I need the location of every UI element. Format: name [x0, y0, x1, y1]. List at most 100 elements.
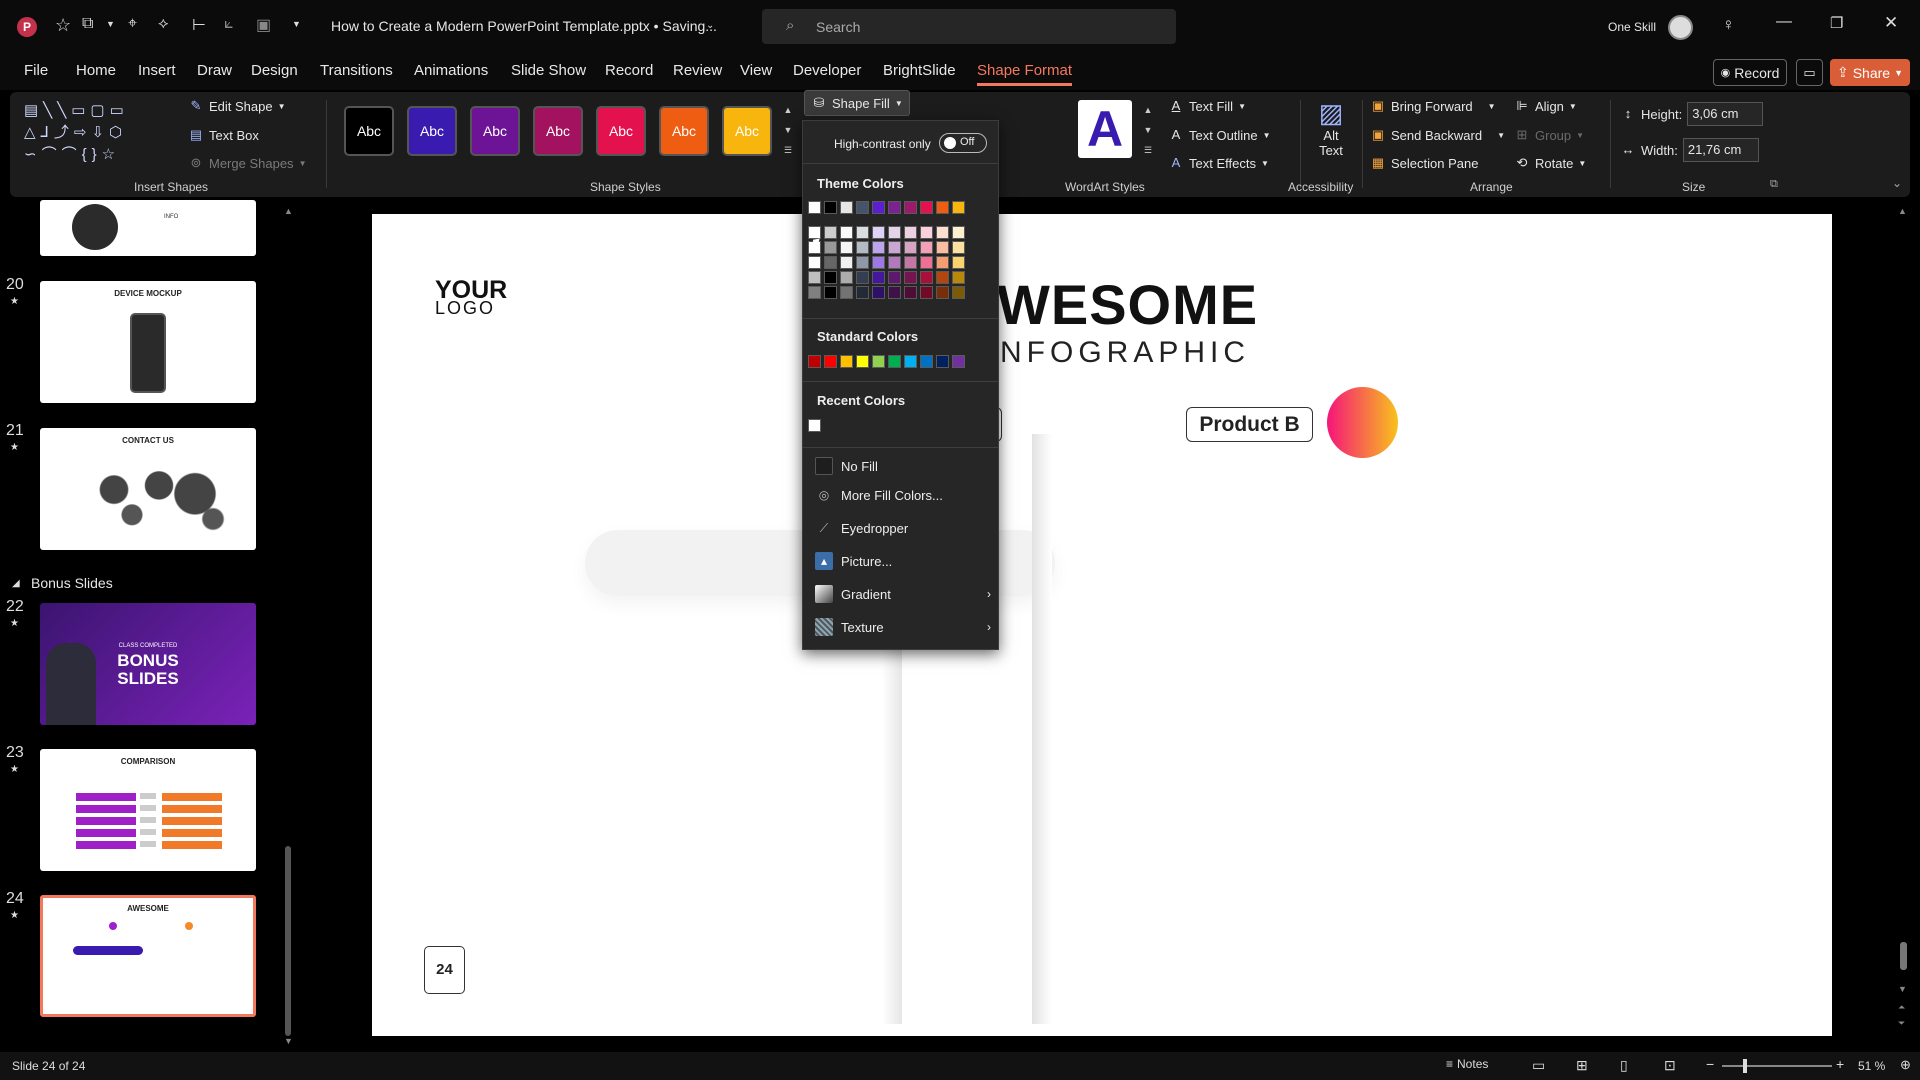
shape-style-indigo[interactable]: Abc: [407, 106, 457, 156]
share-button[interactable]: ⇪ Share ▼: [1830, 59, 1910, 86]
zoom-out-icon[interactable]: −: [1706, 1056, 1714, 1072]
more-styles-icon[interactable]: ☰: [780, 140, 796, 160]
scroll-up-icon[interactable]: ▲: [1898, 206, 1907, 216]
theme-color-shade-swatch[interactable]: [808, 226, 821, 239]
theme-color-shade-swatch[interactable]: [840, 271, 853, 284]
standard-color-swatch[interactable]: [872, 355, 885, 368]
theme-color-shade-swatch[interactable]: [936, 271, 949, 284]
align-icon[interactable]: ⊢: [192, 15, 206, 35]
theme-color-shade-swatch[interactable]: [808, 256, 821, 269]
theme-color-shade-swatch[interactable]: [936, 241, 949, 254]
slide-show-icon[interactable]: ⊡: [1664, 1057, 1676, 1074]
standard-color-swatch[interactable]: [904, 355, 917, 368]
alt-text-button[interactable]: ▨ Alt Text: [1308, 98, 1354, 170]
group-button[interactable]: ⊞ Group ▼: [1514, 127, 1585, 143]
logo-logo[interactable]: LOGO: [435, 298, 495, 319]
theme-color-swatch[interactable]: [872, 201, 885, 214]
theme-color-shade-swatch[interactable]: [856, 226, 869, 239]
theme-colors-grid[interactable]: [808, 201, 998, 306]
shape-style-magenta[interactable]: Abc: [533, 106, 583, 156]
file-title[interactable]: How to Create a Modern PowerPoint Templa…: [331, 18, 717, 34]
more-fill-colors-item[interactable]: ◎ More Fill Colors...: [815, 482, 991, 508]
notes-button[interactable]: ≡ Notes: [1446, 1057, 1488, 1071]
minimize-icon[interactable]: —: [1776, 13, 1792, 31]
theme-color-shade-swatch[interactable]: [840, 226, 853, 239]
shape-style-orange[interactable]: Abc: [659, 106, 709, 156]
wordart-down-icon[interactable]: ▼: [1140, 120, 1156, 140]
zoom-slider[interactable]: [1722, 1059, 1832, 1073]
tab-home[interactable]: Home: [76, 62, 116, 79]
tab-review[interactable]: Review: [673, 62, 722, 79]
theme-color-shade-swatch[interactable]: [952, 286, 965, 299]
standard-color-swatch[interactable]: [888, 355, 901, 368]
theme-color-shade-swatch[interactable]: [904, 271, 917, 284]
thumbnails-scrollbar[interactable]: ▲ ▼: [284, 206, 293, 1046]
next-slide-icon[interactable]: ⏷: [1898, 1018, 1905, 1029]
theme-color-swatch[interactable]: [808, 201, 821, 214]
image-icon[interactable]: ▣: [256, 15, 271, 35]
zoom-level[interactable]: 51 %: [1858, 1059, 1885, 1073]
theme-color-shade-swatch[interactable]: [856, 241, 869, 254]
tab-transitions[interactable]: Transitions: [320, 62, 393, 79]
theme-color-shade-swatch[interactable]: [920, 241, 933, 254]
theme-color-shade-swatch[interactable]: [936, 286, 949, 299]
tab-slide-show[interactable]: Slide Show: [511, 62, 586, 79]
theme-color-shade-swatch[interactable]: [824, 271, 837, 284]
user-name[interactable]: One Skill: [1608, 20, 1656, 34]
slide-thumbnail-22[interactable]: CLASS COMPLETED BONUS SLIDES: [40, 603, 256, 725]
height-input[interactable]: 3,06 cm: [1687, 102, 1764, 126]
text-effects-button[interactable]: A Text Effects ▼: [1168, 155, 1269, 171]
edit-shape-button[interactable]: ✎ Edit Shape ▼: [188, 98, 286, 114]
lightbulb-icon[interactable]: ♀: [1722, 15, 1735, 35]
width-input[interactable]: 21,76 cm: [1682, 138, 1759, 162]
bring-forward-button[interactable]: ▣ Bring Forward ▼: [1370, 98, 1496, 114]
theme-color-shade-swatch[interactable]: [872, 226, 885, 239]
shape-fill-button[interactable]: ⛁ Shape Fill ▼: [804, 90, 910, 116]
theme-color-shade-swatch[interactable]: [952, 226, 965, 239]
restore-icon[interactable]: ❐: [1830, 14, 1843, 32]
text-box-button[interactable]: ▤ Text Box: [188, 127, 259, 143]
standard-colors-row[interactable]: [808, 355, 998, 371]
gradient-item[interactable]: Gradient ›: [815, 581, 991, 607]
no-fill-item[interactable]: No Fill: [815, 453, 991, 479]
scroll-up-icon[interactable]: ▲: [780, 100, 796, 120]
theme-color-shade-swatch[interactable]: [888, 241, 901, 254]
tab-record[interactable]: Record: [605, 62, 653, 79]
record-button[interactable]: ◉ Record: [1713, 59, 1787, 86]
high-contrast-toggle[interactable]: Off: [939, 133, 987, 153]
avatar[interactable]: [1668, 15, 1693, 40]
theme-color-shade-swatch[interactable]: [904, 241, 917, 254]
theme-color-shade-swatch[interactable]: [920, 256, 933, 269]
chevron-down-icon[interactable]: ▼: [106, 19, 115, 29]
theme-color-shade-swatch[interactable]: [824, 286, 837, 299]
close-icon[interactable]: ✕: [1884, 13, 1898, 33]
theme-color-swatch[interactable]: [840, 201, 853, 214]
shape-style-black[interactable]: Abc: [344, 106, 394, 156]
standard-color-swatch[interactable]: [936, 355, 949, 368]
theme-color-swatch[interactable]: [824, 201, 837, 214]
scroll-down-icon[interactable]: ▼: [284, 1036, 293, 1046]
theme-color-swatch[interactable]: [952, 201, 965, 214]
theme-color-shade-swatch[interactable]: [808, 271, 821, 284]
product-b-label[interactable]: Product B: [1186, 407, 1313, 442]
theme-color-shade-swatch[interactable]: [904, 286, 917, 299]
search-box[interactable]: ⌕ Search: [762, 9, 1176, 44]
tab-brightslide[interactable]: BrightSlide: [883, 62, 956, 79]
theme-color-shade-swatch[interactable]: [904, 226, 917, 239]
title-chevron-icon[interactable]: ⌄: [706, 20, 714, 31]
merge-shapes-button[interactable]: ⊚ Merge Shapes ▼: [188, 155, 307, 171]
styles-scroll[interactable]: ▲ ▼ ☰: [780, 100, 796, 162]
theme-color-shade-swatch[interactable]: [936, 226, 949, 239]
theme-color-shade-swatch[interactable]: [856, 256, 869, 269]
eyedropper-item[interactable]: ⟋ Eyedropper: [815, 515, 991, 541]
tab-draw[interactable]: Draw: [197, 62, 232, 79]
selection-pane-button[interactable]: ▦ Selection Pane: [1370, 155, 1479, 171]
autosave-star-icon[interactable]: ☆: [55, 15, 71, 36]
standard-color-swatch[interactable]: [840, 355, 853, 368]
scroll-down-icon[interactable]: ▼: [1898, 984, 1907, 994]
tab-shape-format[interactable]: Shape Format: [977, 62, 1072, 79]
standard-color-swatch[interactable]: [920, 355, 933, 368]
theme-color-shade-swatch[interactable]: [872, 271, 885, 284]
theme-color-shade-swatch[interactable]: [840, 256, 853, 269]
wordart-up-icon[interactable]: ▲: [1140, 100, 1156, 120]
